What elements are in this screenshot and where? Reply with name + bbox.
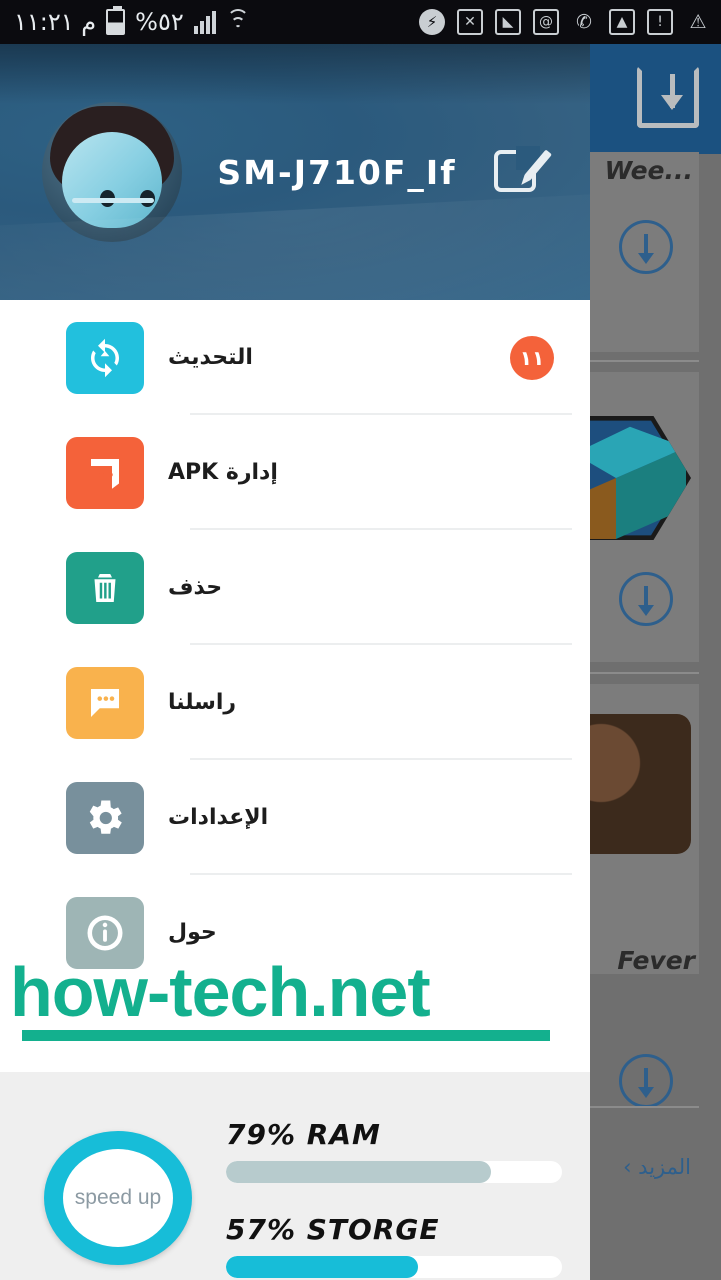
menu-item-settings[interactable]: الإعدادات	[0, 760, 590, 875]
menu-item-label: الإعدادات	[168, 805, 269, 830]
speed-up-label: speed up	[63, 1149, 173, 1247]
drawer-header: SM-J710F_If	[0, 44, 590, 300]
chat-icon	[66, 666, 144, 739]
download-button[interactable]	[619, 220, 673, 274]
trash-icon	[66, 551, 144, 624]
ram-progress-bar	[226, 1161, 562, 1183]
menu-item-label: راسلنا	[168, 690, 237, 715]
app-card[interactable]: Wee... ★	[573, 152, 699, 352]
android-mouth	[72, 198, 154, 203]
menu-item-delete[interactable]: حذف	[0, 530, 590, 645]
ram-progress-fill	[226, 1161, 492, 1183]
app-card[interactable]: ★	[541, 372, 699, 662]
more-link[interactable]: المزيد ›	[623, 1155, 691, 1179]
mail-icon: ✕	[457, 9, 483, 35]
edit-name-button[interactable]	[492, 146, 552, 198]
app-card[interactable]: Fever ★	[541, 684, 699, 1108]
whatsapp-icon: ✆	[576, 10, 592, 33]
battery-icon	[106, 6, 126, 35]
menu-item-update[interactable]: التحديث ١١	[0, 300, 590, 415]
cleaner-icon: ⚠	[689, 10, 707, 33]
app-card-title: Wee...	[604, 156, 693, 185]
performance-panel: speed up 79% RAM 57% STORGE	[0, 1072, 590, 1280]
download-button[interactable]	[619, 1054, 673, 1108]
storage-meter: 57% STORGE	[226, 1213, 562, 1278]
meters: 79% RAM 57% STORGE	[192, 1118, 590, 1278]
watermark-underline	[22, 1030, 550, 1041]
email-app-icon: @	[533, 9, 559, 35]
device-name: SM-J710F_If	[217, 152, 457, 192]
navigation-drawer: SM-J710F_If التحديث ١١ إدارة APK حذف راس…	[0, 44, 590, 1280]
wifi-icon	[226, 9, 250, 33]
menu-item-label: التحديث	[168, 345, 253, 370]
update-count-badge: ١١	[510, 335, 554, 380]
drawer-menu: التحديث ١١ إدارة APK حذف راسلنا الإعدادا…	[0, 300, 590, 990]
menu-item-contact-us[interactable]: راسلنا	[0, 645, 590, 760]
status-bar-left: م ١١:٢١ %٥٢	[0, 6, 250, 36]
ram-meter: 79% RAM	[226, 1118, 562, 1183]
storage-label: 57% STORGE	[226, 1213, 440, 1246]
status-bar: م ١١:٢١ %٥٢ ⚡ ✕ ◣ @ ✆ ▲ ! ⚠	[0, 0, 721, 44]
battery-percent: %٥٢	[135, 8, 184, 36]
android-face-icon	[62, 132, 162, 228]
menu-item-label: إدارة APK	[168, 460, 278, 485]
clock: م ١١:٢١	[14, 8, 97, 36]
avatar[interactable]	[42, 102, 182, 242]
refresh-icon	[66, 321, 144, 394]
screenshot-icon: ◣	[495, 9, 521, 35]
speed-up-button[interactable]: speed up	[44, 1131, 192, 1265]
download-arrow-head-icon	[638, 253, 654, 264]
watermark-text: how-tech.net	[10, 953, 431, 1031]
phone-screen: Wee... ★ ★ Fever ★	[0, 0, 721, 1280]
storage-progress-bar	[226, 1256, 562, 1278]
apk-manager-icon	[66, 436, 144, 509]
downloads-arrow-icon	[661, 74, 683, 110]
app-card-title: Fever	[617, 946, 695, 975]
messenger-icon: ⚡	[419, 9, 445, 35]
download-arrow-head-icon	[638, 605, 654, 616]
menu-item-apk-manager[interactable]: إدارة APK	[0, 415, 590, 530]
menu-item-label: حول	[168, 920, 217, 945]
signal-icon	[193, 10, 216, 34]
gallery-icon: ▲	[609, 9, 635, 35]
download-arrow-head-icon	[638, 1087, 654, 1098]
storage-progress-fill	[226, 1256, 418, 1278]
card-divider	[586, 1106, 699, 1108]
alert-icon: !	[647, 9, 673, 35]
ram-label: 79% RAM	[226, 1118, 381, 1151]
menu-item-label: حذف	[168, 575, 223, 600]
card-divider	[586, 360, 699, 362]
gear-icon	[66, 781, 144, 854]
download-button[interactable]	[619, 572, 673, 626]
card-divider	[586, 672, 699, 674]
status-bar-notifications: ⚡ ✕ ◣ @ ✆ ▲ ! ⚠	[419, 9, 721, 35]
